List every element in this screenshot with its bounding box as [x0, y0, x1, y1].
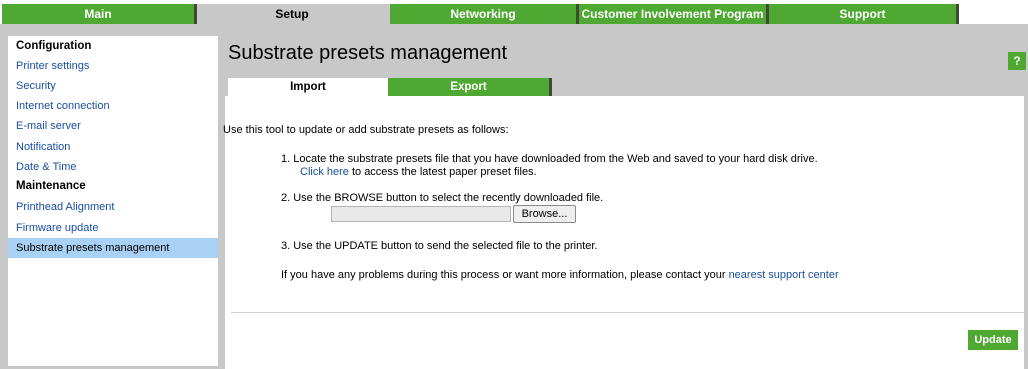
tab-setup[interactable]: Setup	[197, 4, 390, 24]
step-1-link-rest: to access the latest paper preset files.	[348, 166, 537, 178]
sidebar-item-email-server[interactable]: E-mail server	[8, 116, 218, 136]
tab-import[interactable]: Import	[228, 78, 388, 96]
sidebar-heading-maintenance: Maintenance	[16, 180, 86, 192]
click-here-link[interactable]: Click here	[300, 166, 349, 178]
nearest-support-center-link[interactable]: nearest support center	[729, 269, 839, 281]
sidebar-item-security[interactable]: Security	[8, 76, 218, 96]
main-header: Substrate presets management ? Import Ex…	[225, 30, 1028, 96]
top-nav: Main Setup Networking Customer Involveme…	[0, 0, 1028, 30]
sidebar-item-notification[interactable]: Notification	[8, 137, 218, 157]
tab-main[interactable]: Main	[2, 4, 197, 24]
tab-support[interactable]: Support	[769, 4, 959, 24]
step-1-text: 1. Locate the substrate presets file tha…	[281, 153, 818, 165]
browse-button[interactable]: Browse...	[513, 205, 576, 223]
file-path-input[interactable]	[331, 206, 511, 222]
divider	[231, 312, 1024, 313]
sidebar-panel: Configuration Printer settings Security …	[8, 36, 218, 366]
support-text-prefix: If you have any problems during this pro…	[281, 269, 729, 281]
sidebar-heading-configuration: Configuration	[16, 40, 92, 52]
sidebar-item-firmware-update[interactable]: Firmware update	[8, 218, 218, 238]
step-2-text: 2. Use the BROWSE button to select the r…	[281, 192, 604, 204]
main-panel: Substrate presets management ? Import Ex…	[223, 30, 1028, 369]
sidebar-item-internet-connection[interactable]: Internet connection	[8, 96, 218, 116]
step-1-link-line: Click here to access the latest paper pr…	[300, 166, 537, 178]
sidebar-item-printhead-alignment[interactable]: Printhead Alignment	[8, 197, 218, 217]
support-text: If you have any problems during this pro…	[281, 269, 839, 281]
intro-text: Use this tool to update or add substrate…	[223, 124, 509, 136]
sidebar: Configuration Printer settings Security …	[0, 30, 225, 369]
update-button[interactable]: Update	[968, 330, 1018, 350]
page-title: Substrate presets management	[228, 42, 508, 64]
import-content: Use this tool to update or add substrate…	[223, 96, 1024, 369]
tab-export[interactable]: Export	[388, 78, 552, 96]
step-3-text: 3. Use the UPDATE button to send the sel…	[281, 240, 598, 252]
tab-customer-involvement-program[interactable]: Customer Involvement Program	[579, 4, 769, 24]
sidebar-item-date-time[interactable]: Date & Time	[8, 157, 218, 177]
tab-networking[interactable]: Networking	[390, 4, 579, 24]
sidebar-item-printer-settings[interactable]: Printer settings	[8, 56, 218, 76]
sidebar-item-substrate-presets-management[interactable]: Substrate presets management	[8, 238, 218, 258]
help-button[interactable]: ?	[1008, 52, 1026, 70]
